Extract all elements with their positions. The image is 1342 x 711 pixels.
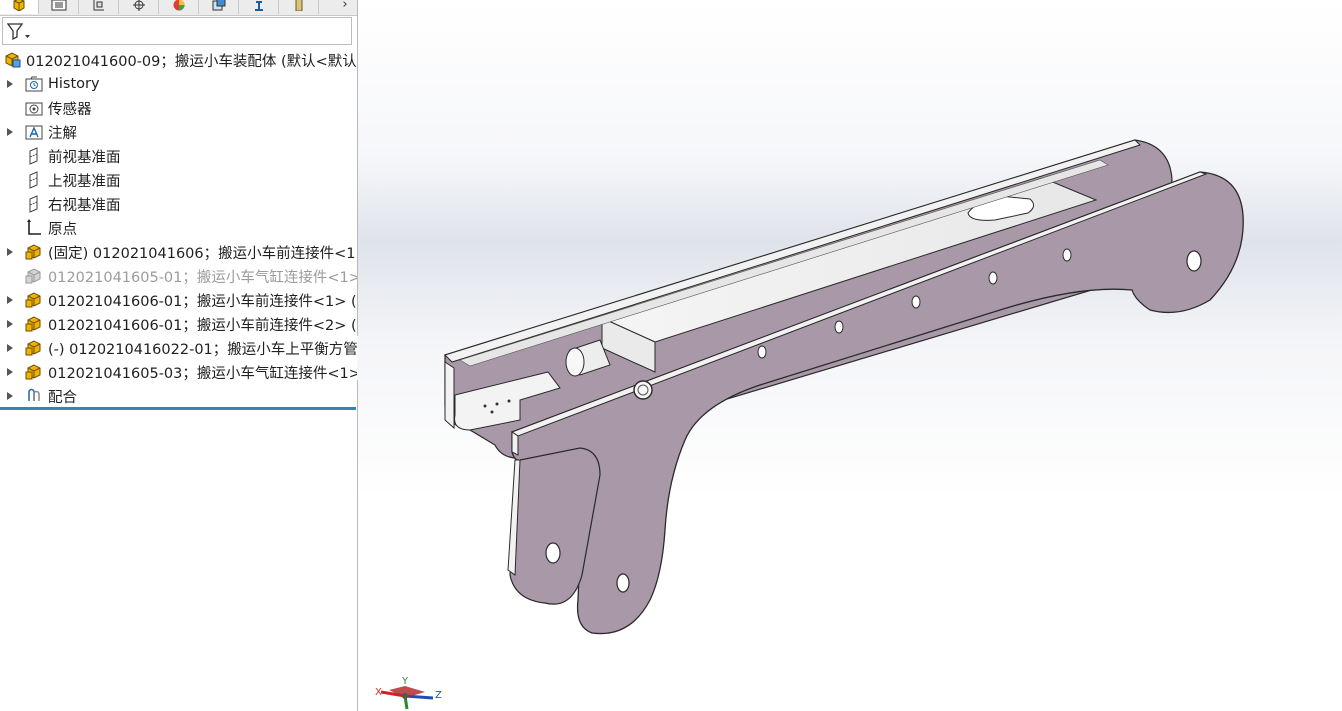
tree-item-front-plane[interactable]: 前视基准面 bbox=[0, 144, 357, 168]
configuration-manager-icon bbox=[93, 0, 104, 11]
expand-arrow-icon[interactable] bbox=[6, 79, 14, 89]
tab-dimxpert[interactable] bbox=[120, 0, 159, 14]
tab-simulation[interactable] bbox=[240, 0, 279, 14]
dimxpert-icon bbox=[133, 0, 145, 11]
annotations-icon bbox=[24, 122, 44, 142]
triad-z-label: Z bbox=[435, 690, 442, 701]
triad-y-label: Y bbox=[402, 676, 409, 687]
tab-property-manager[interactable] bbox=[40, 0, 79, 14]
mates-icon bbox=[24, 386, 44, 406]
tree-item-component-floating[interactable]: (-) 0120210416022-01；搬运小车上平衡方管 bbox=[0, 336, 357, 360]
tree-item-label: 右视基准面 bbox=[48, 197, 121, 214]
plane-icon bbox=[24, 170, 44, 190]
tree-item-history[interactable]: History bbox=[0, 72, 357, 96]
cam-icon bbox=[212, 0, 226, 11]
view-orientation-triad[interactable]: X Y Z bbox=[375, 676, 445, 711]
tree-item-top-plane[interactable]: 上视基准面 bbox=[0, 168, 357, 192]
part-icon bbox=[24, 290, 44, 310]
feature-manager-panel: › 012021041600-09；搬运小车装配体 (默认<默认 History… bbox=[0, 0, 358, 711]
part-icon bbox=[24, 242, 44, 262]
tree-item-component[interactable]: 012021041605-03；搬运小车气缸连接件<1> bbox=[0, 360, 357, 384]
tab-display-manager[interactable] bbox=[160, 0, 199, 14]
tab-cam[interactable] bbox=[200, 0, 239, 14]
part-icon bbox=[24, 338, 44, 358]
feature-manager-tabs: › bbox=[0, 0, 357, 16]
tab-feature-tree[interactable] bbox=[0, 0, 39, 14]
property-manager-icon bbox=[51, 0, 67, 11]
tab-misc[interactable] bbox=[280, 0, 319, 14]
tree-end-marker[interactable] bbox=[0, 407, 356, 410]
tree-item-label: 012021041605-03；搬运小车气缸连接件<1> bbox=[48, 365, 358, 382]
tree-item-label: 012021041606-01；搬运小车前连接件<1> ( bbox=[48, 293, 357, 310]
tree-item-label: (-) 0120210416022-01；搬运小车上平衡方管 bbox=[48, 341, 358, 358]
feature-tree-icon bbox=[13, 0, 25, 11]
plane-icon bbox=[24, 194, 44, 214]
tree-item-label: 传感器 bbox=[48, 101, 92, 118]
part-icon bbox=[24, 314, 44, 334]
misc-icon bbox=[295, 0, 303, 11]
tree-root-assembly[interactable]: 012021041600-09；搬运小车装配体 (默认<默认 bbox=[4, 50, 357, 70]
tree-item-label: 012021041605-01；搬运小车气缸连接件<1> bbox=[48, 269, 358, 286]
plane-icon bbox=[24, 146, 44, 166]
tree-item-annotations[interactable]: 注解 bbox=[0, 120, 357, 144]
expand-arrow-icon[interactable] bbox=[6, 247, 14, 257]
part-icon bbox=[24, 362, 44, 382]
part-suppressed-icon bbox=[24, 266, 44, 286]
sensor-folder-icon bbox=[24, 98, 44, 118]
tree-item-label: History bbox=[48, 76, 100, 92]
tree-item-label: 前视基准面 bbox=[48, 149, 121, 166]
simulation-icon bbox=[255, 1, 263, 11]
tabs-scroll-right-button[interactable]: › bbox=[339, 0, 351, 14]
tree-item-label: 012021041606-01；搬运小车前连接件<2> ( bbox=[48, 317, 357, 334]
origin-icon bbox=[24, 218, 44, 238]
filter-icon bbox=[7, 23, 30, 41]
expand-arrow-icon[interactable] bbox=[6, 391, 14, 401]
tree-filter-button[interactable] bbox=[2, 17, 352, 45]
expand-arrow-icon[interactable] bbox=[6, 343, 14, 353]
expand-arrow-icon[interactable] bbox=[6, 295, 14, 305]
tree-item-component-suppressed[interactable]: 012021041605-01；搬运小车气缸连接件<1> bbox=[0, 264, 357, 288]
expand-arrow-icon[interactable] bbox=[6, 127, 14, 137]
assembly-icon bbox=[5, 52, 21, 68]
tree-item-label: 配合 bbox=[48, 389, 77, 406]
display-manager-icon bbox=[173, 0, 185, 11]
graphics-viewport[interactable]: X Y Z bbox=[358, 0, 1342, 711]
tree-item-label: 注解 bbox=[48, 125, 77, 142]
tree-item-component-fixed[interactable]: (固定) 012021041606；搬运小车前连接件<1 bbox=[0, 240, 357, 264]
tree-item-origin[interactable]: 原点 bbox=[0, 216, 357, 240]
tree-item-right-plane[interactable]: 右视基准面 bbox=[0, 192, 357, 216]
tree-item-mates[interactable]: 配合 bbox=[0, 384, 357, 408]
tree-item-sensors[interactable]: 传感器 bbox=[0, 96, 357, 120]
expand-arrow-icon[interactable] bbox=[6, 319, 14, 329]
history-folder-icon bbox=[24, 74, 44, 94]
tab-configuration-manager[interactable] bbox=[80, 0, 119, 14]
triad-x-label: X bbox=[375, 687, 382, 698]
tree-item-label: 上视基准面 bbox=[48, 173, 121, 190]
tree-root-label: 012021041600-09；搬运小车装配体 (默认<默认 bbox=[26, 53, 357, 70]
assembly-model-view[interactable] bbox=[358, 0, 1342, 711]
expand-arrow-icon[interactable] bbox=[6, 367, 14, 377]
tree-item-label: 原点 bbox=[48, 221, 77, 238]
tree-item-component[interactable]: 012021041606-01；搬运小车前连接件<1> ( bbox=[0, 288, 357, 312]
tree-item-label: (固定) 012021041606；搬运小车前连接件<1 bbox=[48, 245, 356, 262]
tree-item-component[interactable]: 012021041606-01；搬运小车前连接件<2> ( bbox=[0, 312, 357, 336]
